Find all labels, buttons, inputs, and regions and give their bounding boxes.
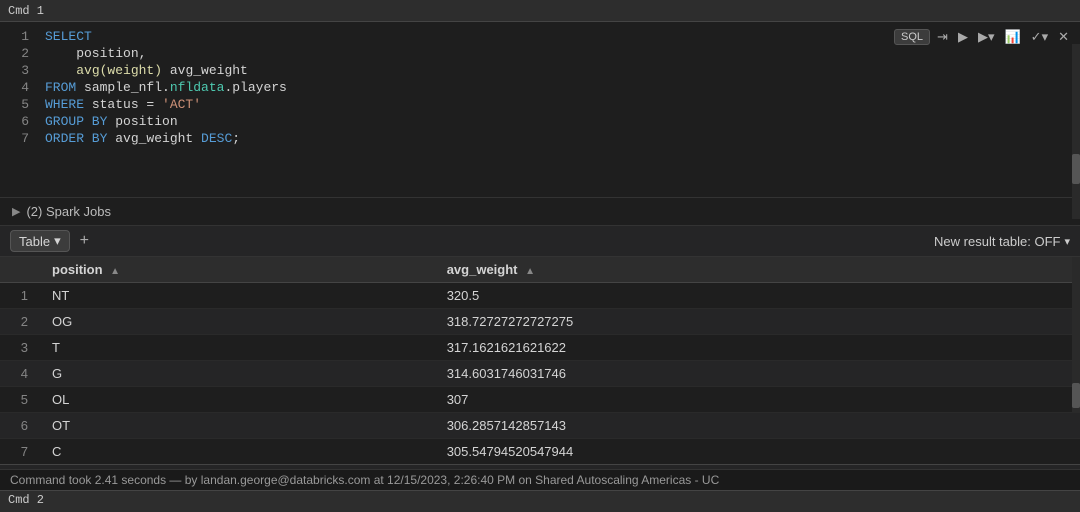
result-toggle-chevron: ▾ xyxy=(1064,235,1070,248)
cell-rownum: 1 xyxy=(0,283,40,309)
code-content-6: GROUP BY position xyxy=(45,114,1080,129)
cell-rownum: 2 xyxy=(0,309,40,335)
code-line-7: 7 ORDER BY avg_weight DESC; xyxy=(0,130,1080,147)
code-line-3: 3 avg(weight) avg_weight xyxy=(0,62,1080,79)
code-content-5: WHERE status = 'ACT' xyxy=(45,97,1080,112)
col-header-rownum xyxy=(0,257,40,283)
cell-rownum: 7 xyxy=(0,439,40,458)
cell-rownum: 6 xyxy=(0,413,40,439)
table-tab[interactable]: Table ▾ xyxy=(10,230,70,252)
line-num-4: 4 xyxy=(0,80,45,95)
sort-icon-position: ▲ xyxy=(110,266,120,277)
table-row: 5 OL 307 xyxy=(0,387,1080,413)
line-num-1: 1 xyxy=(0,29,45,44)
cell-position: C xyxy=(40,439,435,458)
cell-position: OG xyxy=(40,309,435,335)
table-tab-label: Table xyxy=(19,234,50,249)
close-btn[interactable]: ✕ xyxy=(1055,28,1072,46)
cell-avg-weight: 318.72727272727275 xyxy=(435,309,1080,335)
tabs-bar: Table ▾ + New result table: OFF ▾ xyxy=(0,225,1080,257)
table-row: 3 T 317.1621621621622 xyxy=(0,335,1080,361)
col-header-avg-weight[interactable]: avg_weight ▲ xyxy=(435,257,1080,283)
table-scrollbar[interactable] xyxy=(1072,257,1080,413)
line-num-7: 7 xyxy=(0,131,45,146)
table-container: position ▲ avg_weight ▲ 1 NT 320.5 2 OG … xyxy=(0,257,1080,457)
cmd-footer: Cmd 2 xyxy=(0,490,1080,512)
col-header-position[interactable]: position ▲ xyxy=(40,257,435,283)
run-btn[interactable]: ▶ xyxy=(955,28,971,46)
table-row: 4 G 314.6031746031746 xyxy=(0,361,1080,387)
table-row: 6 OT 306.2857142857143 xyxy=(0,413,1080,439)
code-line-6: 6 GROUP BY position xyxy=(0,113,1080,130)
command-log: Command took 2.41 seconds — by landan.ge… xyxy=(0,469,1080,490)
cell-position: NT xyxy=(40,283,435,309)
cell-rownum: 4 xyxy=(0,361,40,387)
line-num-5: 5 xyxy=(0,97,45,112)
results-table: position ▲ avg_weight ▲ 1 NT 320.5 2 OG … xyxy=(0,257,1080,457)
main-wrapper: Cmd 1 SQL ⇥ ▶ ▶▾ 📊 ✓▾ ✕ 1 SELECT 2 posit… xyxy=(0,0,1080,512)
tabs-left: Table ▾ + xyxy=(10,230,93,252)
cell-rownum: 5 xyxy=(0,387,40,413)
code-line-4: 4 FROM sample_nfl.nfldata.players xyxy=(0,79,1080,96)
cell-avg-weight: 320.5 xyxy=(435,283,1080,309)
check-btn[interactable]: ✓▾ xyxy=(1028,28,1051,46)
cell-position: G xyxy=(40,361,435,387)
code-line-2: 2 position, xyxy=(0,45,1080,62)
editor-scrollbar[interactable] xyxy=(1072,44,1080,219)
cell-position: OT xyxy=(40,413,435,439)
top-bar: Cmd 1 xyxy=(0,0,1080,22)
run-all-btn[interactable]: ▶▾ xyxy=(975,28,998,46)
line-num-6: 6 xyxy=(0,114,45,129)
spark-jobs-bar[interactable]: ▶ (2) Spark Jobs xyxy=(0,197,1080,225)
line-num-3: 3 xyxy=(0,63,45,78)
chart-btn[interactable]: 📊 xyxy=(1001,28,1023,46)
editor-area: SQL ⇥ ▶ ▶▾ 📊 ✓▾ ✕ 1 SELECT 2 position, 3… xyxy=(0,22,1080,197)
footer-label: Cmd 2 xyxy=(8,493,44,507)
cell-avg-weight: 305.54794520547944 xyxy=(435,439,1080,458)
sql-toolbar: SQL ⇥ ▶ ▶▾ 📊 ✓▾ ✕ xyxy=(894,28,1072,46)
table-row: 1 NT 320.5 xyxy=(0,283,1080,309)
spark-jobs-label: (2) Spark Jobs xyxy=(26,204,111,219)
cell-rownum: 3 xyxy=(0,335,40,361)
cell-avg-weight: 306.2857142857143 xyxy=(435,413,1080,439)
cell-position: T xyxy=(40,335,435,361)
command-log-text: Command took 2.41 seconds — by landan.ge… xyxy=(10,473,719,487)
table-header-row: position ▲ avg_weight ▲ xyxy=(0,257,1080,283)
line-num-2: 2 xyxy=(0,46,45,61)
run-prev-btn[interactable]: ⇥ xyxy=(934,28,951,46)
spark-jobs-chevron: ▶ xyxy=(12,205,20,218)
cell-avg-weight: 317.1621621621622 xyxy=(435,335,1080,361)
table-row: 7 C 305.54794520547944 xyxy=(0,439,1080,458)
code-content-2: position, xyxy=(45,46,1080,61)
code-line-5: 5 WHERE status = 'ACT' xyxy=(0,96,1080,113)
result-toggle[interactable]: New result table: OFF ▾ xyxy=(934,234,1070,249)
cell-avg-weight: 307 xyxy=(435,387,1080,413)
sql-badge: SQL xyxy=(894,29,930,45)
cmd-label: Cmd 1 xyxy=(8,4,44,18)
code-content-3: avg(weight) avg_weight xyxy=(45,63,1080,78)
table-row: 2 OG 318.72727272727275 xyxy=(0,309,1080,335)
code-content-7: ORDER BY avg_weight DESC; xyxy=(45,131,1080,146)
table-tab-chevron: ▾ xyxy=(54,233,61,249)
add-tab-btn[interactable]: + xyxy=(76,232,93,250)
cell-position: OL xyxy=(40,387,435,413)
sort-icon-avg-weight: ▲ xyxy=(525,266,535,277)
cell-avg-weight: 314.6031746031746 xyxy=(435,361,1080,387)
table-body: 1 NT 320.5 2 OG 318.72727272727275 3 T 3… xyxy=(0,283,1080,458)
code-content-4: FROM sample_nfl.nfldata.players xyxy=(45,80,1080,95)
result-toggle-label: New result table: OFF xyxy=(934,234,1060,249)
